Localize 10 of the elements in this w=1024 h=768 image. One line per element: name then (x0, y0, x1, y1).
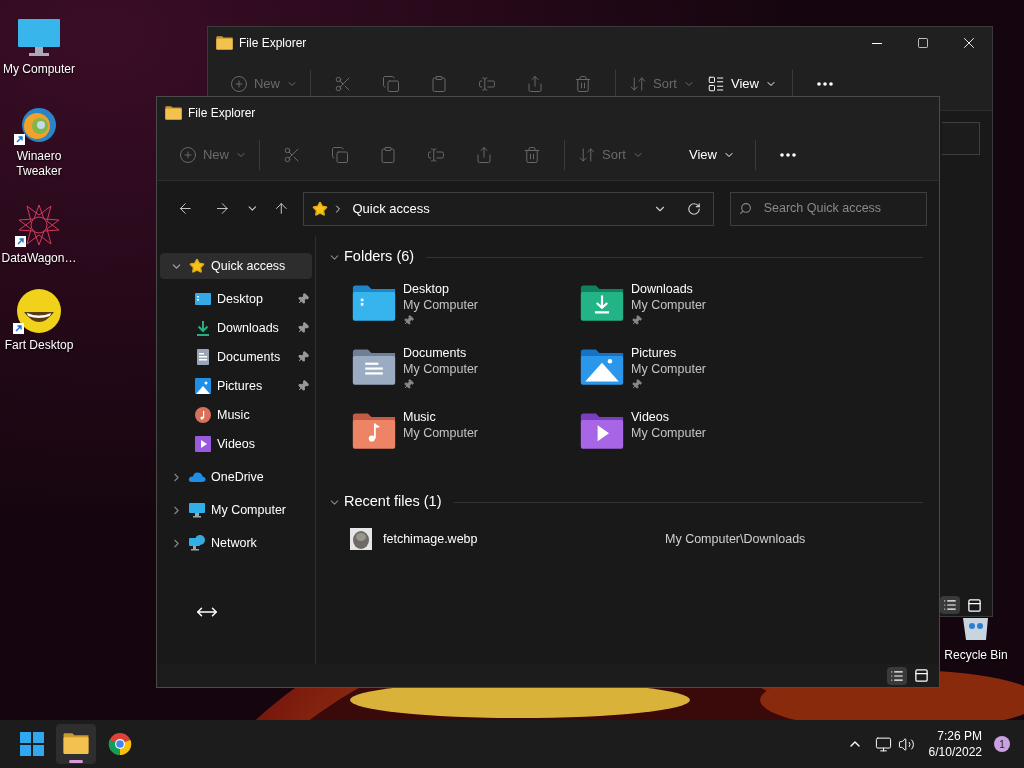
taskbar-app[interactable] (56, 724, 96, 764)
volume-icon[interactable] (897, 735, 915, 753)
clock[interactable]: 7:26 PM 6/10/2022 (928, 728, 982, 760)
network-icon[interactable] (874, 735, 892, 753)
date: 6/10/2022 (928, 744, 982, 760)
chrome-icon (108, 732, 132, 756)
time: 7:26 PM (937, 728, 982, 744)
notification-count[interactable]: 1 (994, 736, 1010, 752)
windows-logo-icon (20, 732, 44, 756)
folder-icon (63, 733, 89, 755)
